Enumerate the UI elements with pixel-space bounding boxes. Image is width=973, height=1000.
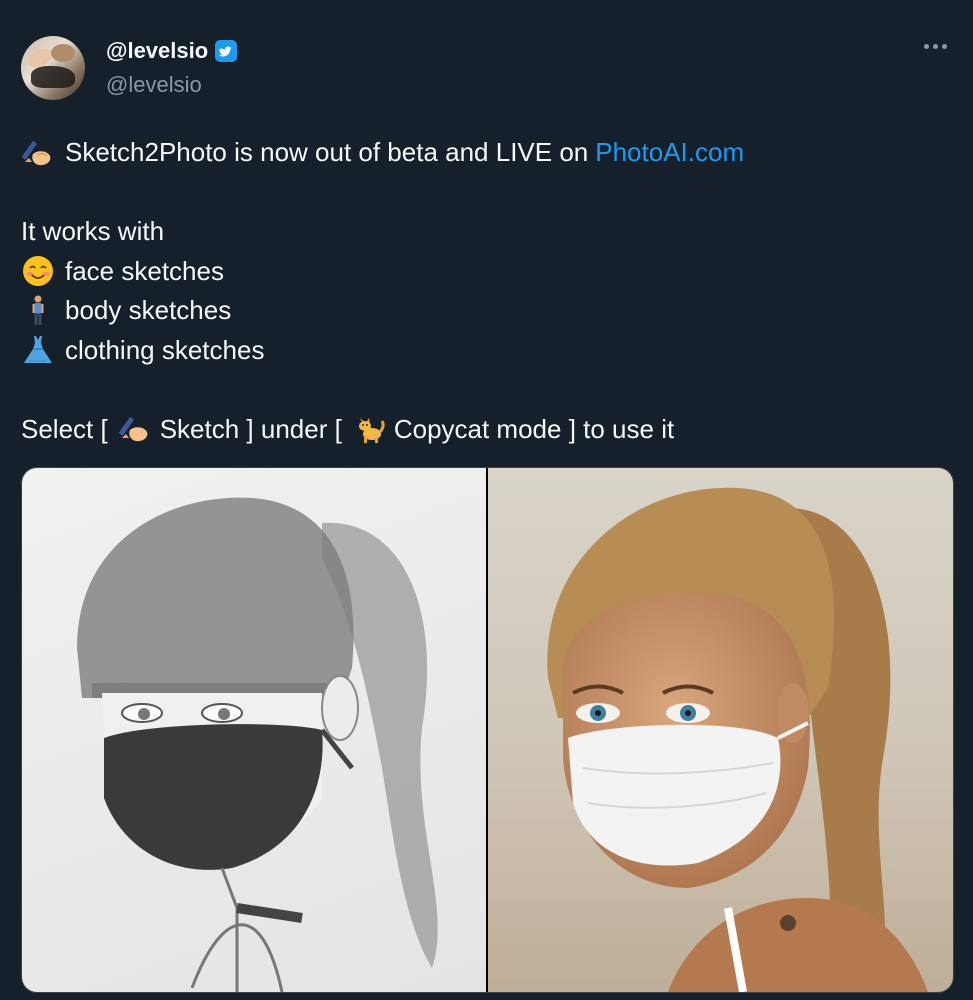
tweet-line-intro: It works with [21, 212, 951, 252]
cat-icon [352, 412, 386, 446]
tweet-media-grid [21, 467, 954, 993]
list-item-clothing: clothing sketches [21, 331, 951, 371]
list-item-label: body sketches [65, 295, 232, 325]
instruction-text-3: Copycat mode ] to use it [393, 413, 675, 444]
list-item-face: face sketches [21, 252, 951, 292]
list-item-body: body sketches [21, 291, 951, 331]
writing-hand-icon [21, 136, 55, 170]
photoai-link[interactable]: PhotoAI.com [595, 133, 744, 173]
more-options-icon[interactable] [920, 40, 951, 53]
tweet-line-announcement: Sketch2Photo is now out of beta and LIVE… [21, 133, 951, 173]
dress-icon [21, 333, 55, 367]
smiling-face-icon [21, 254, 55, 288]
instruction-text-1: Select [ [21, 413, 108, 444]
author-handle[interactable]: @levelsio [106, 72, 202, 98]
sketch-image[interactable] [22, 468, 486, 992]
instruction-text-2: Sketch ] under [ [159, 413, 342, 444]
announcement-text: Sketch2Photo is now out of beta and LIVE… [65, 137, 589, 167]
verified-badge-icon [214, 39, 238, 63]
list-item-label: face sketches [65, 255, 224, 286]
intro-text: It works with [21, 216, 165, 246]
author-name-row: @levelsio [106, 38, 238, 64]
tweet-line-instructions: Select [ Sketch ] under [ Copycat mode]… [21, 410, 951, 450]
person-standing-icon [21, 294, 55, 328]
photo-image[interactable] [488, 468, 953, 992]
tweet-text: Sketch2Photo is now out of beta and LIVE… [21, 133, 951, 449]
avatar[interactable] [21, 36, 85, 100]
author-display-name[interactable]: @levelsio [106, 38, 208, 64]
writing-hand-icon [118, 412, 152, 446]
list-item-label: clothing sketches [65, 334, 265, 365]
